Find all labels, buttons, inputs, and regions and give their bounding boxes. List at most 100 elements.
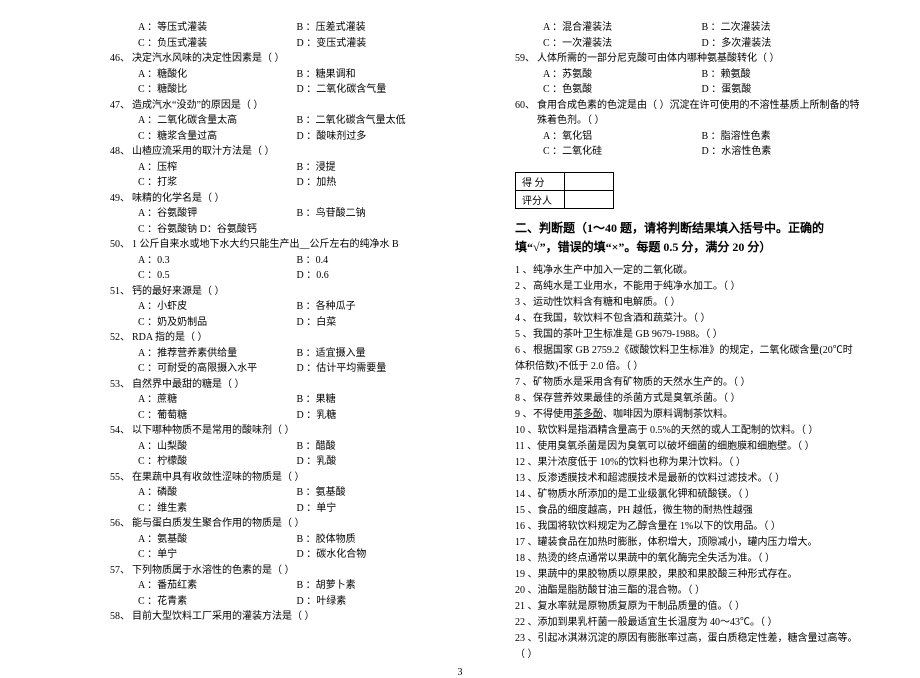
left-column: A ：等压式灌装B ：压差式灌装C ：负压式灌装D ：变压式灌装46、决定汽水风… — [110, 20, 455, 663]
mc-option-row: C ：谷氨酸钠 D：谷氨酸钙 — [110, 222, 455, 238]
mc-option: D ：叶绿素 — [297, 594, 456, 610]
question-text: 引起冰淇淋沉淀的原因有膨胀率过高，蛋白质稳定性差，糖含量过高等。（ ） — [515, 633, 858, 660]
question-text: 运动性饮料含有糖和电解质。（ ） — [533, 297, 681, 308]
question-number: 8 、 — [515, 391, 533, 407]
question-text: 能与蛋白质发生聚合作用的物质是（ ） — [132, 516, 455, 532]
question-text: 热烫的终点通常以果蔬中的氧化酶完全失活为准。（ ） — [538, 553, 776, 564]
judge-question: 4 、在我国，软饮料不包含酒和蔬菜汁。（ ） — [515, 311, 860, 327]
judge-question: 15 、食品的细度越高，PH 越低，微生物的耐热性越强 — [515, 503, 860, 519]
mc-option: D ：乳糖 — [297, 408, 456, 424]
question-number: 11 、 — [515, 439, 537, 455]
judge-question: 17 、罐装食品在加热时膨胀，体积增大，顶隙减小，罐内压力增大。 — [515, 535, 860, 551]
question-text: 目前大型饮料工厂采用的灌装方法是（ ） — [132, 609, 455, 625]
question-text: 我国将软饮料规定为乙醇含量在 1%以下的饮用品。（ ） — [538, 521, 781, 532]
question-number: 20 、 — [515, 583, 538, 599]
mc-option-row: A ：山梨酸B ：醋酸 — [110, 439, 455, 455]
question-number: 17 、 — [515, 535, 538, 551]
question-text: 纯净水生产中加入一定的二氧化碳。 — [533, 265, 693, 276]
mc-option: A ：混合灌装法 — [543, 20, 702, 36]
question-text: 自然界中最甜的糖是（ ） — [132, 377, 455, 393]
mc-option-row: A ：混合灌装法B ：二次灌装法 — [515, 20, 860, 36]
question-number: 7 、 — [515, 375, 533, 391]
mc-option: B ：二氧化碳含气量太低 — [297, 113, 456, 129]
question-number: 55、 — [110, 470, 132, 486]
mc-option: A ：氨基酸 — [138, 532, 297, 548]
score-cell — [565, 172, 614, 190]
mc-option: B ：糖果调和 — [297, 67, 456, 83]
mc-question: 51、钙的最好来源是（ ） — [110, 284, 455, 300]
question-text: 使用臭氧杀菌是因为臭氧可以破坏细菌的细胞膜和细胞壁。（ ） — [537, 441, 815, 452]
mc-question: 47、造成汽水“没劲”的原因是（ ） — [110, 98, 455, 114]
mc-question: 49、味精的化学名是（ ） — [110, 191, 455, 207]
mc-option: A ：二氧化碳含量太高 — [138, 113, 297, 129]
question-number: 1 、 — [515, 263, 533, 279]
mc-option-row: A ：二氧化碳含量太高B ：二氧化碳含气量太低 — [110, 113, 455, 129]
judge-question: 13 、反渗透膜技术和超滤膜技术是最新的饮料过滤技术。（ ） — [515, 471, 860, 487]
mc-option-row: C ：0.5D ：0.6 — [110, 268, 455, 284]
question-text: 造成汽水“没劲”的原因是（ ） — [132, 98, 455, 114]
question-text: 食用合成色素的色淀是由（ ）沉淀在许可使用的不溶性基质上所制备的特殊着色剂。（ … — [537, 98, 860, 129]
mc-option: A ：压榨 — [138, 160, 297, 176]
mc-option-row: C ：柠檬酸D ：乳酸 — [110, 454, 455, 470]
mc-option: C ：色氨酸 — [543, 82, 702, 98]
mc-question: 52、RDA 指的是（ ） — [110, 330, 455, 346]
judge-question: 7 、矿物质水是采用含有矿物质的天然水生产的。（ ） — [515, 375, 860, 391]
mc-option-row: C ：葡萄糖D ：乳糖 — [110, 408, 455, 424]
mc-option: C ：花青素 — [138, 594, 297, 610]
mc-option: B ：鸟苷酸二钠 — [297, 206, 456, 222]
mc-question: 56、能与蛋白质发生聚合作用的物质是（ ） — [110, 516, 455, 532]
mc-option: A ：0.3 — [138, 253, 297, 269]
judge-question: 12 、果汁浓度低于 10%的饮料也称为果汁饮料。（ ） — [515, 455, 860, 471]
mc-option: C ：0.5 — [138, 268, 297, 284]
mc-option: C ：柠檬酸 — [138, 454, 297, 470]
page-number: 3 — [0, 663, 920, 678]
mc-option-row: A ：氨基酸B ：胶体物质 — [110, 532, 455, 548]
mc-option: C ：奶及奶制品 — [138, 315, 297, 331]
question-text: 软饮料是指酒精含量高于 0.5%的天然的或人工配制的饮料。（ ） — [538, 425, 819, 436]
mc-question: 58、目前大型饮料工厂采用的灌装方法是（ ） — [110, 609, 455, 625]
mc-option-row: A ：番茄红素B ：胡萝卜素 — [110, 578, 455, 594]
grader-cell — [565, 190, 614, 208]
question-text: 钙的最好来源是（ ） — [132, 284, 455, 300]
question-text: 油酯是脂肪酸甘油三酯的混合物。（ ） — [538, 585, 706, 596]
question-text: 反渗透膜技术和超滤膜技术是最新的饮料过滤技术。（ ） — [538, 473, 786, 484]
judge-question: 16 、我国将软饮料规定为乙醇含量在 1%以下的饮用品。（ ） — [515, 519, 860, 535]
judge-question: 10 、软饮料是指酒精含量高于 0.5%的天然的或人工配制的饮料。（ ） — [515, 423, 860, 439]
question-number: 2 、 — [515, 279, 533, 295]
section-title: 二、判断题（1～40 题，请将判断结果填入括号中。正确的填“√”，错误的填“×”… — [515, 219, 860, 257]
mc-option: C ：二氧化硅 — [543, 144, 702, 160]
mc-option: C ：单宁 — [138, 547, 297, 563]
question-text: 果蔬中的果胶物质以原果胶，果胶和果胶酸三种形式存在。 — [538, 569, 798, 580]
score-table: 得 分评分人 — [515, 172, 614, 209]
mc-question: 59、人体所需的一部分尼克酸可由体内哪种氨基酸转化（ ） — [515, 51, 860, 67]
mc-option: A ：蔗糖 — [138, 392, 297, 408]
mc-option: B ：各种瓜子 — [297, 299, 456, 315]
mc-option: A ：小虾皮 — [138, 299, 297, 315]
mc-option: D ：水溶性色素 — [702, 144, 861, 160]
mc-option: C ：糖浆含量过高 — [138, 129, 297, 145]
mc-option: A ：苏氨酸 — [543, 67, 702, 83]
question-number: 4 、 — [515, 311, 533, 327]
judge-question: 6 、根据国家 GB 2759.2《碳酸饮料卫生标准》的规定，二氧化碳含量(20… — [515, 343, 860, 375]
question-text: 果汁浓度低于 10%的饮料也称为果汁饮料。（ ） — [538, 457, 746, 468]
mc-option-row: A ：压榨B ：浸提 — [110, 160, 455, 176]
mc-question: 54、以下哪种物质不是常用的酸味剂（ ） — [110, 423, 455, 439]
mc-option: C ：打浆 — [138, 175, 297, 191]
mc-question: 57、下列物质属于水溶性的色素的是（ ） — [110, 563, 455, 579]
judge-question: 19 、果蔬中的果胶物质以原果胶，果胶和果胶酸三种形式存在。 — [515, 567, 860, 583]
question-text: 山楂应流采用的取汁方法是（ ） — [132, 144, 455, 160]
mc-option-row: A ：等压式灌装B ：压差式灌装 — [110, 20, 455, 36]
judge-question: 22 、添加到果乳杆菌一般最适宜生长温度为 40～43℃。（ ） — [515, 615, 860, 631]
question-number: 9 、 — [515, 407, 533, 423]
mc-option-row: C ：色氨酸D ：蛋氨酸 — [515, 82, 860, 98]
mc-option: B ：0.4 — [297, 253, 456, 269]
judge-question: 5 、我国的茶叶卫生标准是 GB 9679-1988。（ ） — [515, 327, 860, 343]
question-number: 49、 — [110, 191, 132, 207]
mc-option: B ：胡萝卜素 — [297, 578, 456, 594]
mc-option: C ：糖酸比 — [138, 82, 297, 98]
mc-option: C ：维生素 — [138, 501, 297, 517]
question-number: 52、 — [110, 330, 132, 346]
mc-option-row: C ：维生素D ：单宁 — [110, 501, 455, 517]
mc-option: D ：碳水化合物 — [297, 547, 456, 563]
mc-option: D ：单宁 — [297, 501, 456, 517]
